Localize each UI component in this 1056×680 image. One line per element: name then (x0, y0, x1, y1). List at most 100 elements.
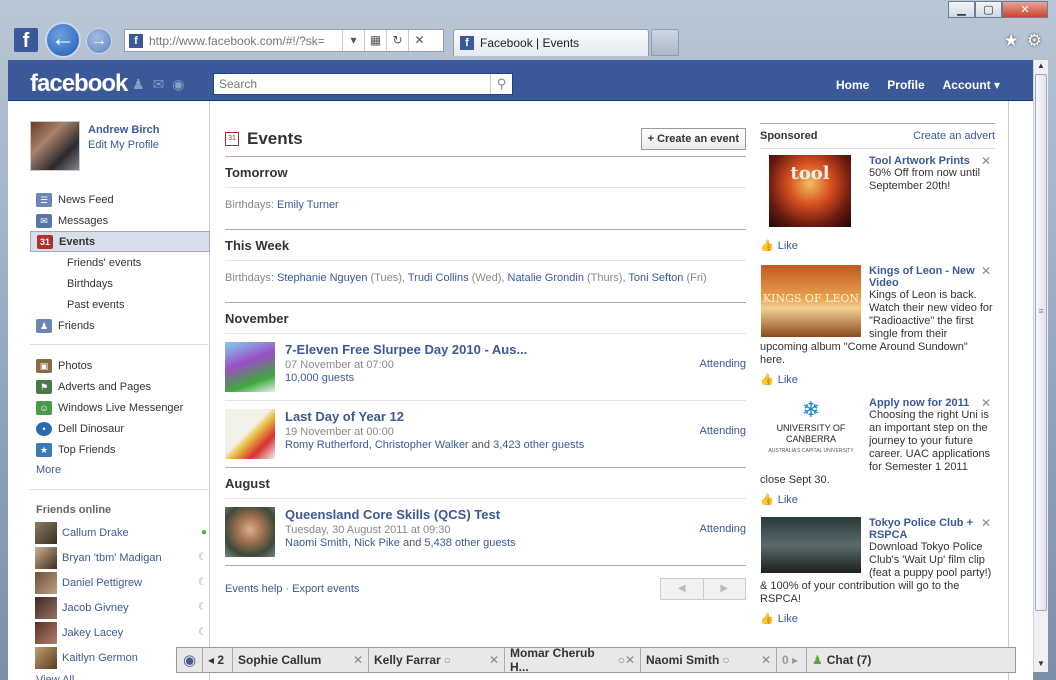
friend-requests-icon[interactable]: ♟ (132, 76, 145, 93)
chat-tab[interactable]: Naomi Smith ○ ✕ (641, 648, 777, 672)
sidebar-item-dell[interactable]: • Dell Dinosaur (30, 418, 210, 439)
avatar[interactable] (30, 121, 80, 171)
sidebar-item-top-friends[interactable]: ★ Top Friends (30, 439, 210, 460)
address-bar[interactable]: f http://www.facebook.com/#!/?sk= ▾ ▦ ↻ … (124, 29, 444, 52)
back-button[interactable]: ← (45, 22, 81, 58)
sidebar-item-adverts[interactable]: ⚑ Adverts and Pages (30, 376, 210, 397)
friend-online-item[interactable]: Daniel Pettigrew ☾ (30, 570, 210, 595)
other-guests-link[interactable]: 5,438 other guests (424, 537, 515, 549)
ad-item[interactable]: ❄ UNIVERSITY OF CANBERRA AUSTRALIA'S CAP… (760, 391, 995, 511)
favorites-star-icon[interactable]: ★ (1004, 31, 1019, 51)
rsvp-status[interactable]: Attending (700, 523, 746, 535)
other-guests-link[interactable]: 3,423 other guests (493, 439, 584, 451)
kings-of-leon-ad-image[interactable]: KINGS OF LEON (761, 265, 861, 337)
sidebar-item-birthdays[interactable]: Birthdays (30, 273, 210, 294)
event-item[interactable]: Queensland Core Skills (QCS) Test Tuesda… (225, 499, 746, 566)
like-button[interactable]: 👍 Like (760, 367, 995, 391)
nav-profile[interactable]: Profile (887, 78, 924, 92)
close-icon[interactable]: ✕ (981, 264, 991, 278)
canberra-ad-image[interactable]: ❄ UNIVERSITY OF CANBERRA AUSTRALIA'S CAP… (761, 397, 861, 469)
rsvp-status[interactable]: Attending (700, 425, 746, 437)
nav-home[interactable]: Home (836, 78, 869, 92)
sidebar-item-events[interactable]: 31 Events (30, 231, 210, 252)
messages-jewel-icon[interactable]: ✉ (153, 76, 165, 93)
close-window-button[interactable]: ✕ (1002, 1, 1048, 18)
scroll-down-icon[interactable]: ▼ (1034, 659, 1048, 671)
url-text[interactable]: http://www.facebook.com/#!/?sk= (149, 34, 342, 48)
like-button[interactable]: 👍 Like (760, 606, 995, 630)
rsvp-status[interactable]: Attending (700, 358, 746, 370)
events-help-link[interactable]: Events help (225, 583, 282, 595)
sidebar-item-news-feed[interactable]: ☰ News Feed (30, 189, 210, 210)
birthday-person-link[interactable]: Emily Turner (277, 199, 339, 211)
tools-gear-icon[interactable]: ⚙ (1027, 31, 1042, 51)
scrollbar[interactable]: ▲ ≡ ▼ (1033, 60, 1048, 672)
minimize-button[interactable]: ▁ (948, 1, 975, 18)
close-icon[interactable]: ✕ (981, 396, 991, 410)
guest-names[interactable]: Romy Rutherford, Christopher Walker (285, 439, 469, 451)
event-title[interactable]: Last Day of Year 12 (285, 409, 584, 424)
friend-online-item[interactable]: Jacob Givney ☾ (30, 595, 210, 620)
close-icon[interactable]: ✕ (981, 154, 991, 168)
birthday-person-link[interactable]: Stephanie Nguyen (277, 272, 368, 284)
notifications-globe-icon[interactable]: ◉ (172, 76, 184, 93)
chat-tab[interactable]: Kelly Farrar ○ ✕ (369, 648, 505, 672)
search-input[interactable]: Search (214, 77, 490, 91)
birthday-person-link[interactable]: Trudi Collins (408, 272, 469, 284)
close-icon[interactable]: ✕ (625, 653, 635, 667)
close-icon[interactable]: ✕ (761, 653, 771, 667)
close-icon[interactable]: ✕ (353, 653, 363, 667)
create-event-button[interactable]: + Create an event (640, 127, 746, 150)
birthday-person-link[interactable]: Natalie Grondin (508, 272, 584, 284)
event-item[interactable]: Last Day of Year 12 19 November at 00:00… (225, 401, 746, 468)
sidebar-item-photos[interactable]: ▣ Photos (30, 355, 210, 376)
export-events-link[interactable]: Export events (292, 583, 359, 595)
tool-ad-image[interactable]: tool (761, 155, 861, 227)
compat-view-icon[interactable]: ▦ (364, 30, 386, 51)
nav-account[interactable]: Account ▾ (943, 78, 1000, 92)
chat-tabs-next[interactable]: 0 ▸ (777, 648, 807, 672)
search-icon[interactable]: ⚲ (490, 74, 512, 94)
like-button[interactable]: 👍 Like (760, 227, 995, 259)
sidebar-item-messages[interactable]: ✉ Messages (30, 210, 210, 231)
scrollbar-thumb[interactable]: ≡ (1035, 74, 1047, 611)
chat-tab[interactable]: Momar Cherub H... ○ ✕ (505, 646, 641, 674)
close-icon[interactable]: ✕ (489, 653, 499, 667)
refresh-icon[interactable]: ↻ (386, 30, 408, 51)
event-guests[interactable]: 10,000 guests (285, 372, 527, 384)
sidebar-item-messenger[interactable]: ☺ Windows Live Messenger (30, 397, 210, 418)
edit-profile-link[interactable]: Edit My Profile (88, 139, 160, 151)
chat-tab[interactable]: Sophie Callum ✕ (233, 648, 369, 672)
ad-item[interactable]: KINGS OF LEON ✕ Kings of Leon - New Vide… (760, 259, 995, 391)
friend-online-item[interactable]: Callum Drake ● (30, 520, 210, 545)
scroll-up-icon[interactable]: ▲ (1034, 61, 1048, 73)
prev-page-button[interactable]: ◀ (661, 579, 703, 599)
event-item[interactable]: 7-Eleven Free Slurpee Day 2010 - Aus... … (225, 334, 746, 401)
search-dropdown-icon[interactable]: ▾ (342, 30, 364, 51)
profile-name[interactable]: Andrew Birch (88, 124, 160, 136)
ad-item[interactable]: tool ✕ Tool Artwork Prints 50% Off from … (760, 149, 995, 259)
friend-online-item[interactable]: Bryan 'tbm' Madigan ☾ (30, 545, 210, 570)
ad-item[interactable]: ✕ Tokyo Police Club + RSPCA Download Tok… (760, 511, 995, 630)
like-button[interactable]: 👍 Like (760, 487, 995, 511)
birthday-person-link[interactable]: Toni Sefton (628, 272, 683, 284)
next-page-button[interactable]: ▶ (702, 579, 746, 599)
sidebar-item-past-events[interactable]: Past events (30, 294, 210, 315)
chat-tabs-prev[interactable]: ◂ 2 (203, 648, 233, 672)
more-link[interactable]: More (30, 460, 210, 481)
browser-tab[interactable]: f Facebook | Events (453, 29, 649, 56)
new-tab-button[interactable] (651, 29, 679, 56)
forward-button[interactable]: → (86, 28, 112, 54)
search-box[interactable]: Search ⚲ (213, 73, 513, 95)
maximize-button[interactable]: ▢ (975, 1, 1002, 18)
tokyo-police-club-ad-image[interactable] (761, 517, 861, 573)
event-title[interactable]: Queensland Core Skills (QCS) Test (285, 507, 516, 522)
chat-button[interactable]: ♟ Chat (7) (807, 648, 1015, 672)
chat-globe-icon[interactable]: ◉ (177, 648, 203, 672)
stop-icon[interactable]: ✕ (408, 30, 430, 51)
event-title[interactable]: 7-Eleven Free Slurpee Day 2010 - Aus... (285, 342, 527, 357)
create-advert-link[interactable]: Create an advert (913, 130, 995, 142)
close-icon[interactable]: ✕ (981, 516, 991, 530)
guest-names[interactable]: Naomi Smith, Nick Pike (285, 537, 400, 549)
sidebar-item-friends-events[interactable]: Friends' events (30, 252, 210, 273)
